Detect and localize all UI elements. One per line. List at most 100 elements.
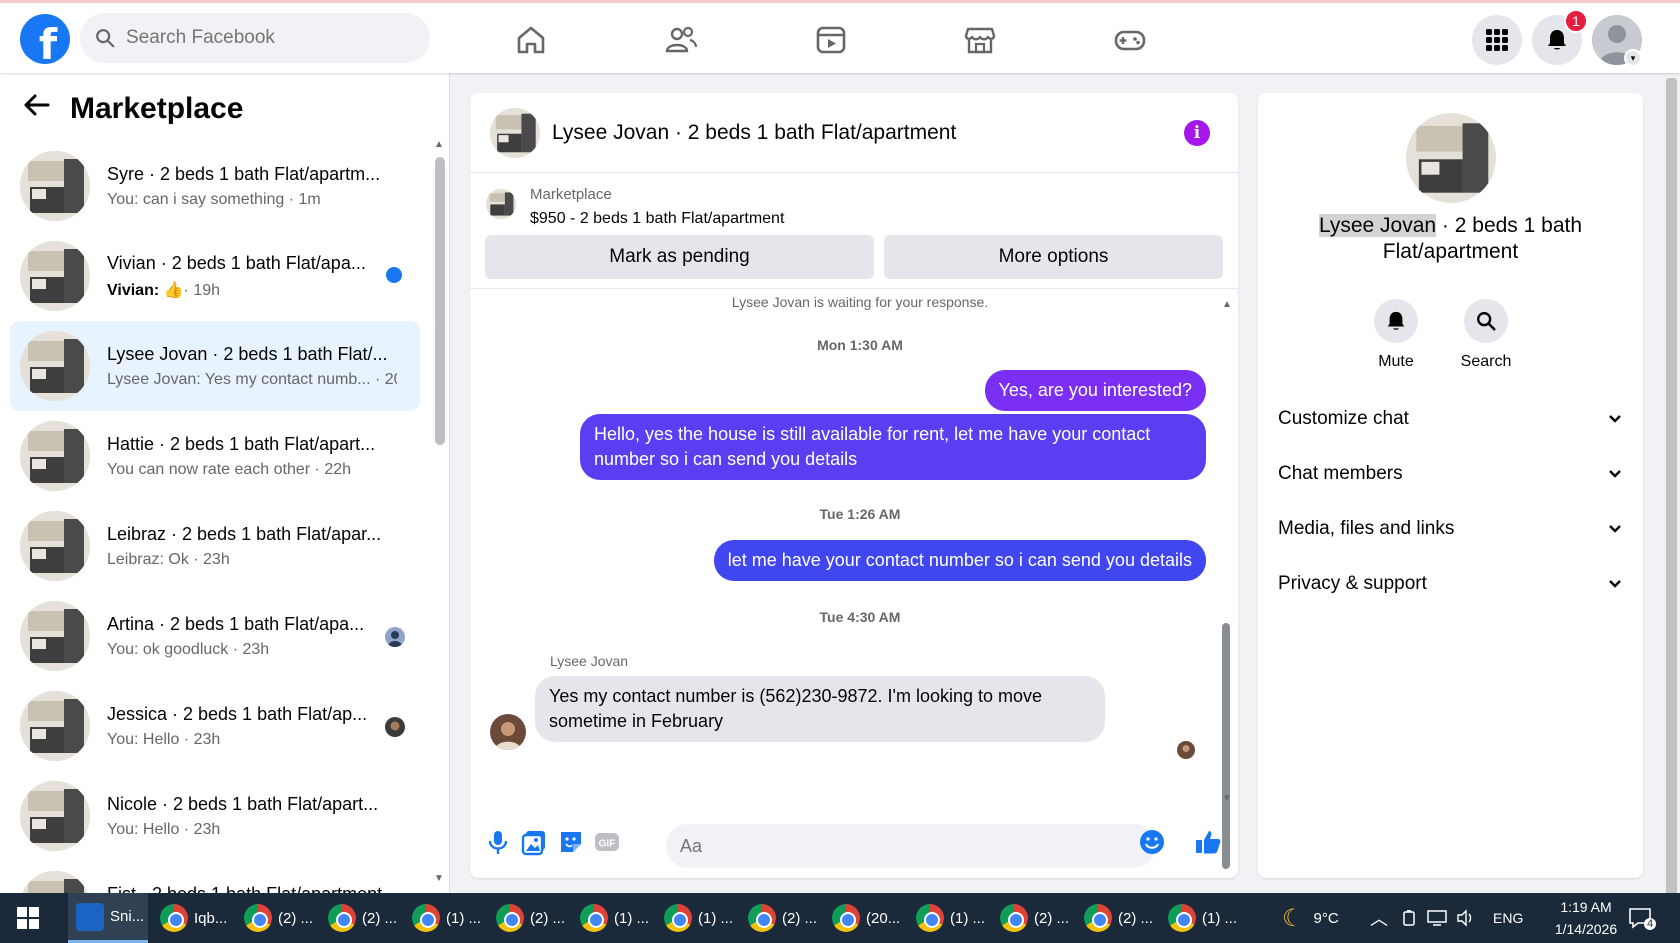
marketplace-icon[interactable]	[963, 23, 997, 57]
chat-title[interactable]: Lysee Jovan · 2 beds 1 bath Flat/apartme…	[552, 121, 956, 145]
list-item[interactable]: Nicole · 2 beds 1 bath Flat/apart... You:…	[10, 771, 420, 861]
taskbar-item-chrome[interactable]: (2) ...	[992, 893, 1072, 943]
page-title: Marketplace	[70, 92, 244, 125]
taskbar-item-chrome[interactable]: (2) ...	[320, 893, 400, 943]
list-item[interactable]: Lysee Jovan · 2 beds 1 bath Flat/... Lyse…	[10, 321, 420, 411]
customize-chat-section[interactable]: Customize chat	[1278, 399, 1623, 439]
info-icon[interactable]: i	[1184, 120, 1210, 146]
timestamp: Tue 1:26 AM	[819, 506, 901, 522]
facebook-logo[interactable]: f	[20, 14, 70, 69]
outgoing-message[interactable]: let me have your contact number so i can…	[713, 540, 1206, 581]
search-action[interactable]: Search	[1456, 299, 1516, 371]
more-options-button[interactable]: More options	[884, 235, 1223, 279]
chat-avatar[interactable]	[490, 107, 540, 158]
language-indicator[interactable]: ENG	[1493, 893, 1523, 943]
mark-as-pending-button[interactable]: Mark as pending	[485, 235, 874, 279]
facebook-search-box[interactable]	[80, 13, 430, 63]
notification-center-icon[interactable]: 4	[1628, 893, 1657, 943]
back-arrow-icon[interactable]	[22, 91, 54, 127]
list-item[interactable]: Fist · 2 beds 1 bath Flat/apartment	[10, 861, 420, 893]
taskbar-label: (1) ...	[1202, 909, 1238, 927]
chat-members-section[interactable]: Chat members	[1278, 454, 1623, 494]
thumbs-up-icon[interactable]	[1194, 828, 1222, 856]
list-item[interactable]: Jessica · 2 beds 1 bath Flat/ap... You: H…	[10, 681, 420, 771]
taskbar-item-chrome[interactable]: (2) ...	[236, 893, 316, 943]
scroll-up-arrow[interactable]: ▲	[1222, 299, 1232, 310]
show-hidden-icons-chevron-icon[interactable]: ︿	[1370, 893, 1388, 943]
listing-thumbnail	[20, 871, 90, 893]
listing-thumbnail[interactable]	[486, 189, 516, 219]
sticker-icon[interactable]	[557, 828, 585, 856]
conversation-preview: You: Hello · 23h	[107, 820, 221, 838]
conversation-title: Syre · 2 beds 1 bath Flat/apartm...	[107, 163, 381, 184]
emoji-icon[interactable]	[1138, 828, 1166, 856]
outgoing-message[interactable]: Yes, are you interested?	[984, 370, 1206, 411]
scroll-up-arrow[interactable]: ▲	[434, 139, 444, 150]
microphone-icon[interactable]	[484, 828, 512, 856]
listing-thumbnail	[20, 781, 90, 851]
message-thread: Lysee Jovan is waiting for your response…	[470, 290, 1238, 800]
list-item[interactable]: Syre · 2 beds 1 bath Flat/apartm... You: …	[10, 141, 420, 231]
snipping-tool-icon	[76, 902, 104, 931]
bell-icon[interactable]	[1374, 299, 1418, 343]
media-files-links-section[interactable]: Media, files and links	[1278, 509, 1623, 549]
conversation-preview: You: ok goodluck · 23h	[107, 640, 270, 658]
chrome-icon	[580, 904, 608, 932]
taskbar-label: (20...	[866, 909, 901, 927]
home-icon[interactable]	[514, 23, 548, 57]
section-label: Chat members	[1278, 463, 1403, 484]
chrome-icon	[916, 904, 944, 932]
chevron-down-icon	[1609, 415, 1621, 423]
message-input[interactable]	[666, 824, 1156, 868]
taskbar-item-chrome[interactable]: (1) ...	[572, 893, 652, 943]
listing-thumbnail	[20, 331, 90, 401]
apps-menu-icon[interactable]	[1472, 15, 1522, 65]
friends-icon[interactable]	[664, 23, 698, 57]
watch-icon[interactable]	[814, 23, 848, 57]
facebook-logo-letter: f	[38, 19, 58, 69]
listing-price[interactable]: $950 - 2 beds 1 bath Flat/apartment	[530, 210, 784, 228]
list-item[interactable]: Artina · 2 beds 1 bath Flat/apa... You: o…	[10, 591, 420, 681]
mute-action[interactable]: Mute	[1366, 299, 1426, 371]
privacy-support-section[interactable]: Privacy & support	[1278, 564, 1623, 604]
conversation-title: Nicole · 2 beds 1 bath Flat/apart...	[107, 793, 379, 814]
taskbar-item-chrome[interactable]: (2) ...	[740, 893, 820, 943]
taskbar-item-snipping-tool[interactable]: Sni...	[68, 893, 148, 943]
page-scrollbar[interactable]	[1666, 78, 1677, 898]
conversation-preview: Vivian: 👍· 19h	[107, 280, 397, 300]
photo-icon[interactable]	[520, 828, 548, 856]
listing-thumbnail	[20, 151, 90, 221]
taskbar-item-chrome[interactable]: (1) ...	[656, 893, 736, 943]
taskbar-item-chrome[interactable]: (1) ...	[404, 893, 484, 943]
timestamp: Tue 4:30 AM	[819, 609, 901, 625]
scroll-down-arrow[interactable]: ▼	[1222, 793, 1232, 804]
weather-widget[interactable]: ☾ 9°C	[1282, 893, 1339, 943]
system-tray-icons[interactable]	[1400, 893, 1476, 943]
scrollbar[interactable]	[435, 157, 445, 445]
gaming-icon[interactable]	[1113, 23, 1147, 57]
outgoing-message[interactable]: Hello, yes the house is still available …	[580, 414, 1206, 480]
chevron-down-icon[interactable]: ▾	[1624, 49, 1642, 67]
incoming-message[interactable]: Yes my contact number is (562)230-9872. …	[535, 676, 1105, 742]
conversation-preview: Lysee Jovan: Yes my contact numb... · 20…	[107, 370, 397, 388]
chat-avatar-large[interactable]	[1406, 113, 1496, 203]
taskbar-item-chrome[interactable]: (1) ...	[908, 893, 988, 943]
taskbar-item-chrome[interactable]: (2) ...	[1076, 893, 1156, 943]
notifications-button[interactable]: 1	[1532, 9, 1588, 65]
network-icon	[1427, 910, 1447, 926]
taskbar-item-chrome[interactable]: (1) ...	[1160, 893, 1240, 943]
scroll-down-arrow[interactable]: ▼	[434, 873, 444, 884]
list-item[interactable]: Vivian · 2 beds 1 bath Flat/apa... Vivia…	[10, 231, 420, 321]
list-item[interactable]: Hattie · 2 beds 1 bath Flat/apart... You …	[10, 411, 420, 501]
taskbar-item-chrome[interactable]: (2) ...	[488, 893, 568, 943]
clock[interactable]: 1:19 AM 1/14/2026	[1536, 893, 1636, 943]
search-icon[interactable]	[1464, 299, 1508, 343]
windows-start-icon[interactable]	[17, 907, 39, 929]
list-item[interactable]: Leibraz · 2 beds 1 bath Flat/apar... Leib…	[10, 501, 420, 591]
taskbar-item-chrome[interactable]: Iqb...	[152, 893, 232, 943]
taskbar-label: (2) ...	[1118, 909, 1154, 927]
search-input[interactable]	[126, 27, 406, 49]
gif-icon[interactable]: GIF	[593, 828, 621, 856]
taskbar-item-chrome[interactable]: (20...	[824, 893, 904, 943]
sender-avatar[interactable]	[490, 714, 526, 750]
